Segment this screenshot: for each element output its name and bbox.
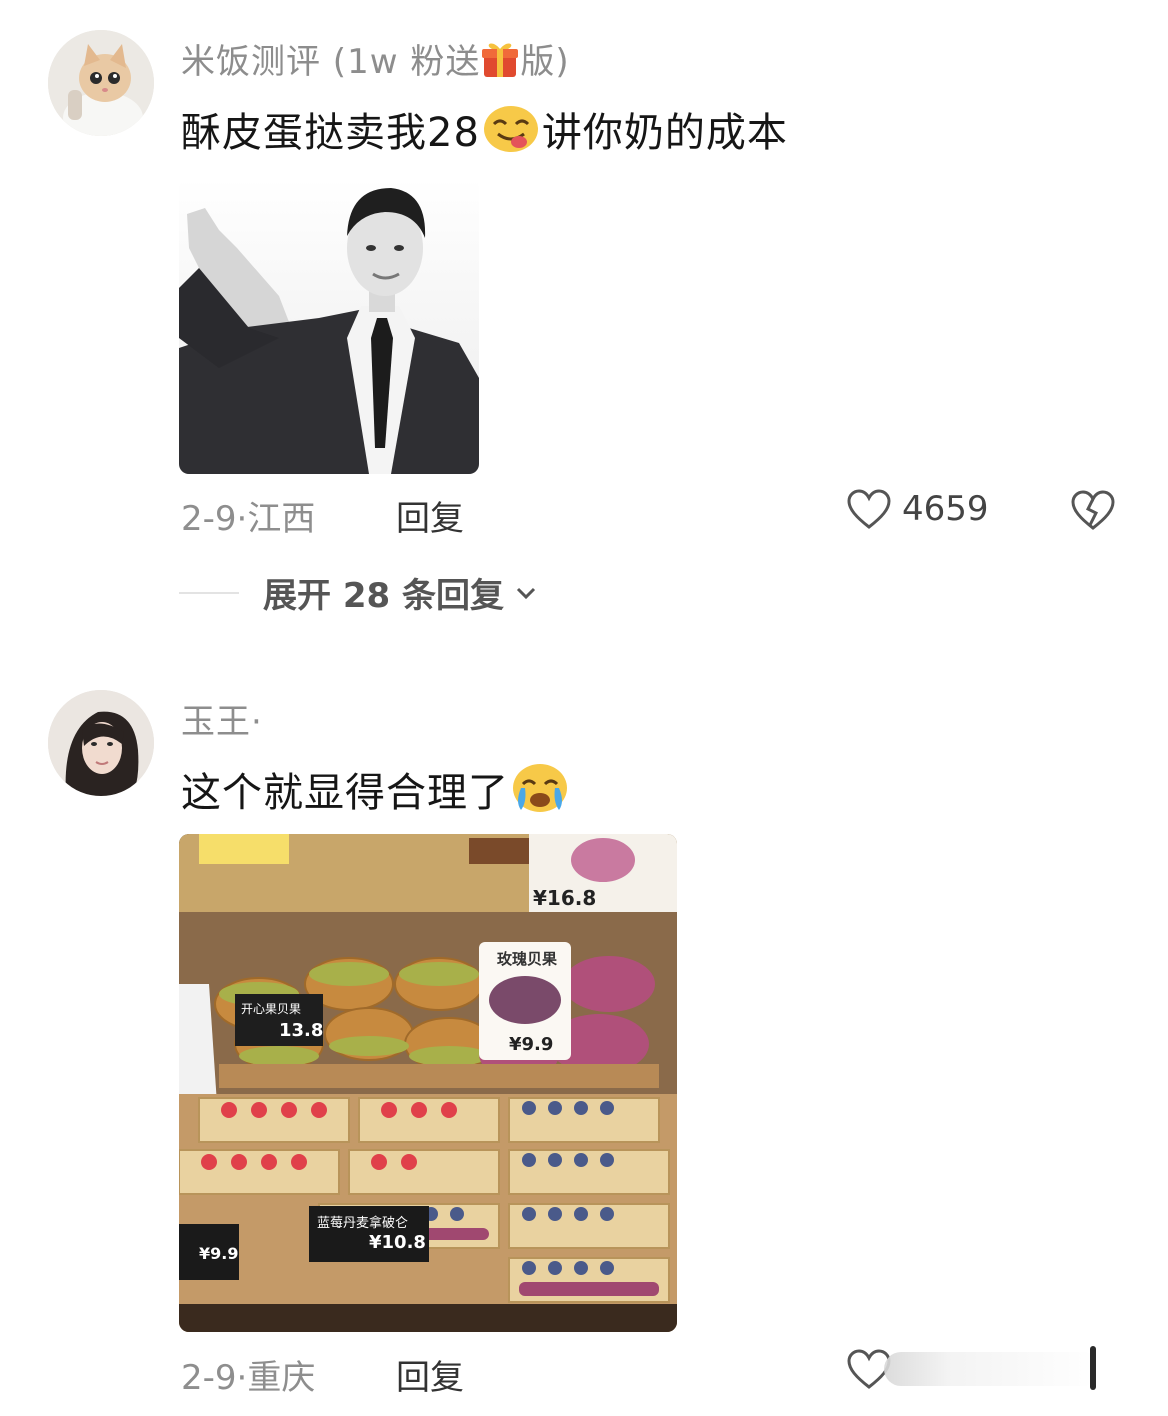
rose-bagel-title: 玫瑰贝果	[497, 950, 558, 968]
avatar[interactable]	[48, 30, 154, 136]
comment-text-part1: 酥皮蛋挞卖我28	[181, 110, 480, 156]
username-suffix: 版)	[520, 42, 570, 82]
man-in-suit-waving-photo-icon	[179, 188, 479, 474]
comment-text-part1: 这个就显得合理了	[181, 770, 509, 816]
broken-heart-icon	[1071, 490, 1115, 530]
comment-image[interactable]	[179, 178, 479, 474]
heart-icon	[847, 489, 891, 529]
comment-text: 这个就显得合理了	[181, 760, 571, 824]
horizontal-scrollbar[interactable]	[884, 1352, 1100, 1386]
crying-emoji-icon	[511, 762, 569, 824]
bakery-display-photo-icon	[179, 834, 677, 1332]
pistachio-bagel-price: 13.8	[279, 1020, 324, 1041]
expand-replies-label: 展开 28 条回复	[263, 576, 504, 616]
username[interactable]: 玉王·	[181, 694, 263, 743]
date-location: 2-9·重庆	[181, 1358, 316, 1398]
username[interactable]: 米饭测评 (1w 粉送 版)	[181, 34, 570, 88]
like-count: 4659	[902, 489, 989, 529]
left-price: ¥9.9	[199, 1244, 239, 1263]
reply-button[interactable]: 回复	[396, 491, 464, 540]
dislike-button[interactable]	[1070, 489, 1116, 535]
avatar[interactable]	[48, 690, 154, 796]
blueberry-napoleon-title: 蓝莓丹麦拿破仑	[317, 1216, 409, 1231]
comment-text-part2: 讲你奶的成本	[541, 110, 788, 156]
expand-replies[interactable]: 展开 28 条回复	[179, 568, 540, 617]
chevron-down-icon	[516, 587, 536, 599]
scrollbar-thumb[interactable]	[1090, 1346, 1096, 1390]
comment-image[interactable]: ¥16.8 玫瑰贝果 ¥9.9 开心果贝果 13.8 蓝莓丹麦拿破仑 ¥10.8…	[179, 834, 677, 1332]
gift-icon	[480, 39, 520, 88]
price-top: ¥16.8	[533, 886, 597, 910]
blueberry-napoleon-price: ¥10.8	[369, 1232, 426, 1253]
like-button[interactable]: 4659	[846, 488, 989, 530]
rose-bagel-price: ¥9.9	[509, 1034, 554, 1055]
divider-line	[179, 591, 239, 594]
pistachio-bagel-title: 开心果贝果	[241, 1002, 302, 1016]
tongue-out-emoji-icon	[482, 104, 540, 164]
comment-text: 酥皮蛋挞卖我28 讲你奶的成本	[181, 100, 788, 164]
reply-button[interactable]: 回复	[396, 1350, 464, 1399]
date-location: 2-9·江西	[181, 499, 316, 539]
username-text: 米饭测评 (1w 粉送	[181, 42, 481, 82]
woman-avatar-icon	[48, 690, 154, 796]
cat-avatar-icon	[48, 30, 154, 136]
